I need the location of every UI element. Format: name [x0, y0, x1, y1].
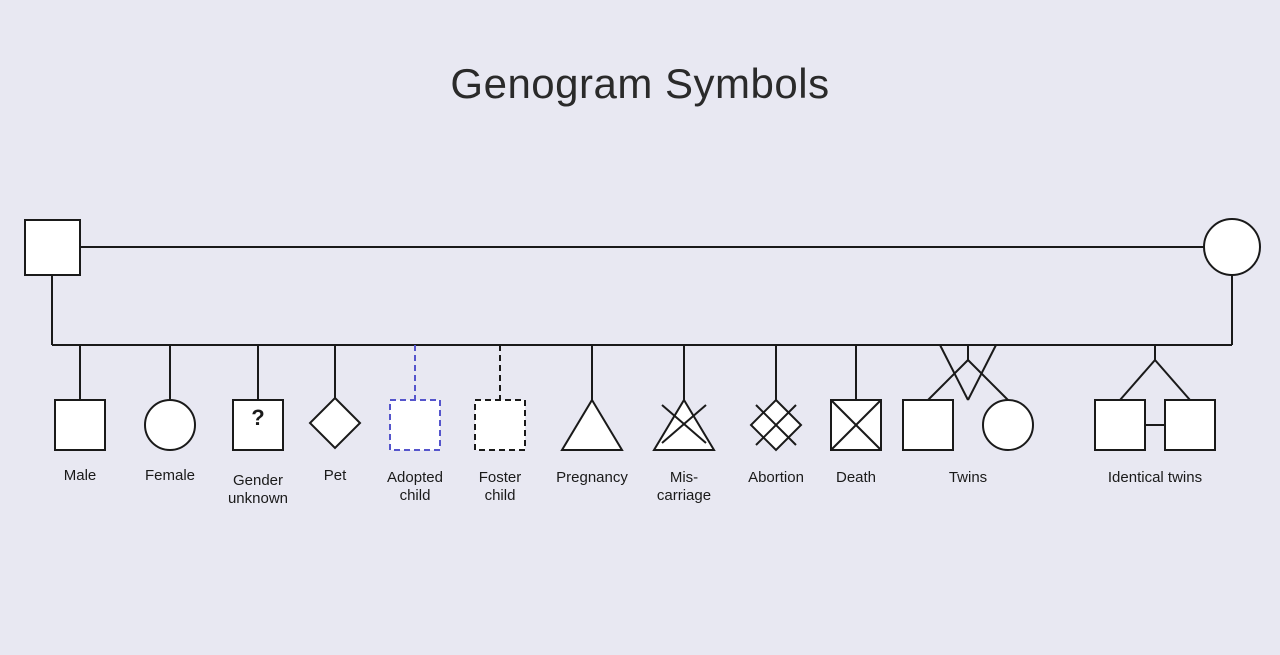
adopted-child-label2: child — [400, 487, 431, 504]
identical-twins-label: Identical twins — [1108, 469, 1202, 486]
foster-child-symbol — [475, 400, 525, 450]
twins-label: Twins — [949, 469, 987, 486]
miscarriage-label: Mis- — [670, 469, 698, 486]
page: Genogram Symbols .sym { fill: white; str… — [0, 0, 1280, 655]
gender-unknown-label: Gender — [233, 472, 283, 489]
pregnancy-label: Pregnancy — [556, 469, 628, 486]
top-female-circle — [1204, 219, 1260, 275]
pet-symbol — [310, 398, 360, 448]
male-symbol — [55, 400, 105, 450]
diagram-svg: .sym { fill: white; stroke: #1a1a1a; str… — [0, 190, 1280, 610]
adopted-child-symbol — [390, 400, 440, 450]
male-label: Male — [64, 467, 97, 484]
identical-twin2-symbol — [1165, 400, 1215, 450]
gender-unknown-label2: unknown — [228, 490, 288, 507]
question-mark: ? — [251, 405, 264, 430]
death-label: Death — [836, 469, 876, 486]
page-title: Genogram Symbols — [0, 0, 1280, 108]
identical-twin1-symbol — [1095, 400, 1145, 450]
twin-male-symbol — [903, 400, 953, 450]
foster-child-label2: child — [485, 487, 516, 504]
pregnancy-symbol — [562, 400, 622, 450]
twin-female-symbol — [983, 400, 1033, 450]
top-male-square — [25, 220, 80, 275]
pet-label: Pet — [324, 467, 347, 484]
miscarriage-label2: carriage — [657, 487, 711, 504]
adopted-child-label: Adopted — [387, 469, 443, 486]
female-label: Female — [145, 467, 195, 484]
foster-child-label: Foster — [479, 469, 522, 486]
abortion-label: Abortion — [748, 469, 804, 486]
female-symbol — [145, 400, 195, 450]
